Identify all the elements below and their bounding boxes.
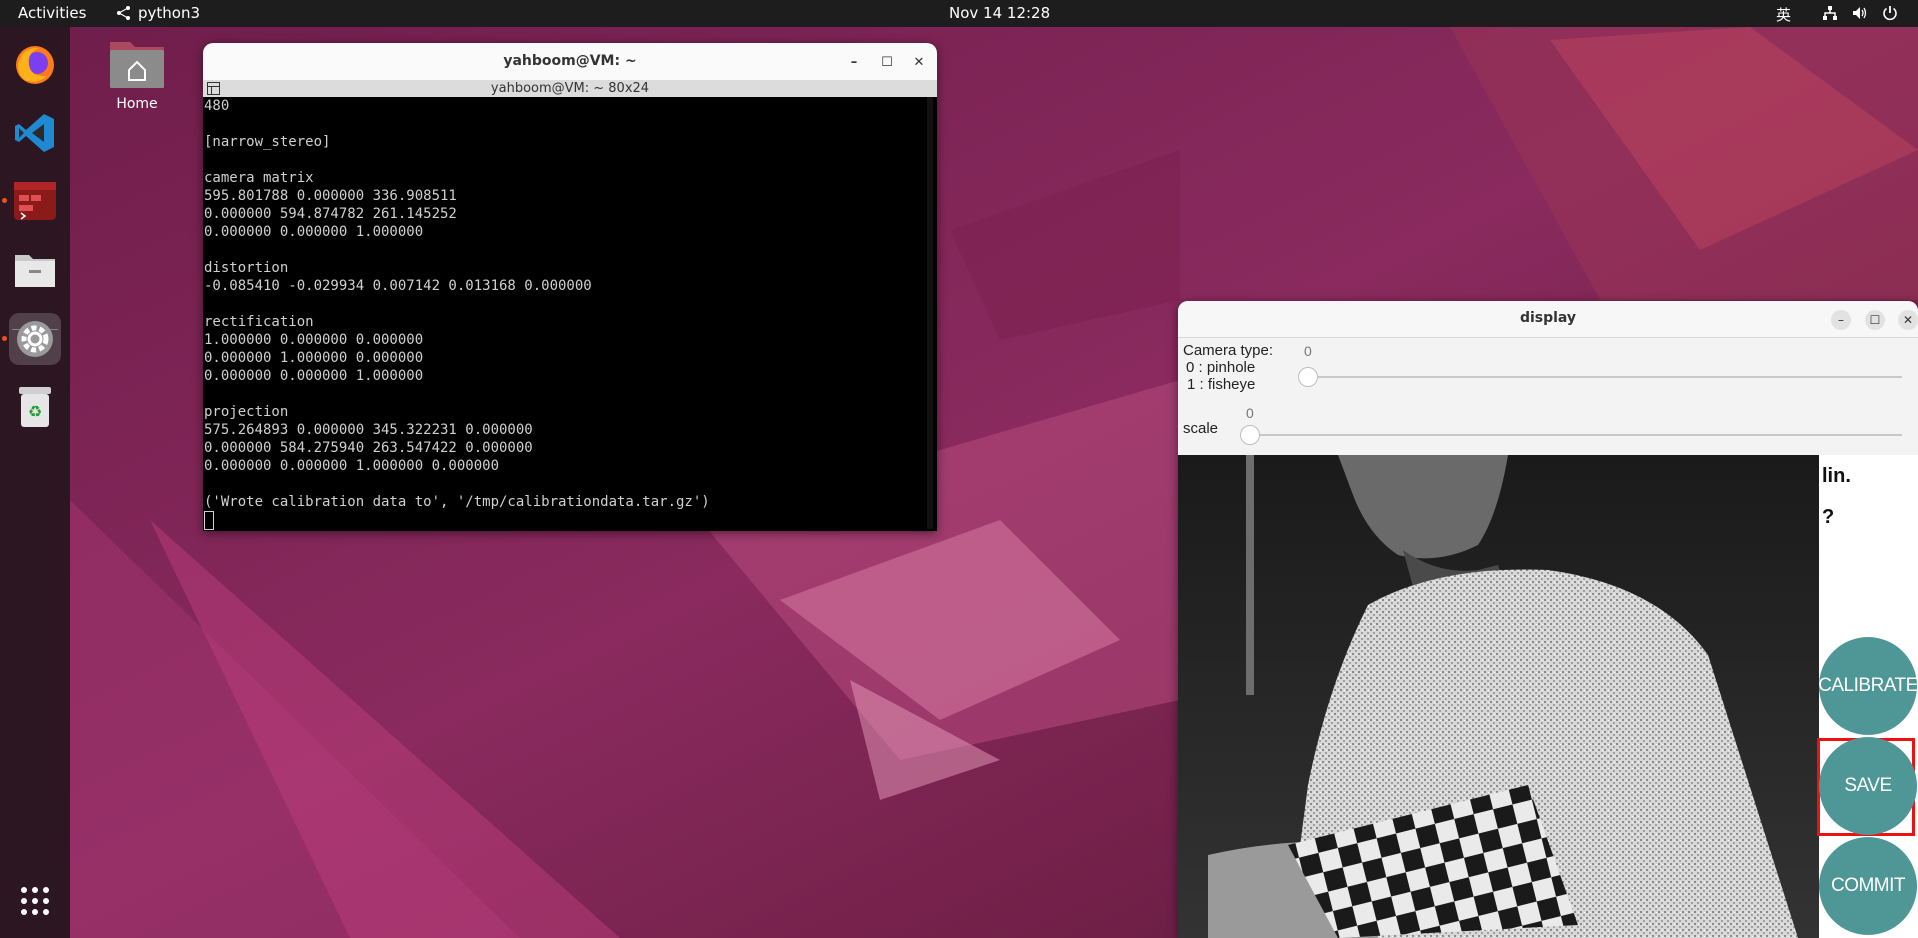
close-icon: ✕ [1902,313,1914,327]
terminal-line: 0.000000 594.874782 261.145252 [204,206,457,222]
terminal-cursor [204,511,214,530]
files-icon[interactable] [9,243,61,295]
python-app-icon [117,6,130,20]
trackbar-panel: Camera type: 0 : pinhole 1 : fisheye 0 0… [1178,338,1918,455]
terminal-line: projection [204,404,289,420]
terminal-line: [narrow_stereo] [204,134,331,150]
terminal-line: rectification [204,314,314,330]
calibrate-button[interactable]: CALIBRATE [1818,637,1918,735]
app-name: python3 [138,4,201,22]
camera-type-value: 0 [1304,343,1312,359]
terminal-icon[interactable] [9,175,61,227]
minimize-icon: – [850,54,858,70]
scale-label: scale [1183,420,1219,437]
volume-icon [1853,7,1867,19]
terminal-title: yahboom@VM: ~ [503,53,637,69]
system-tray[interactable] [1822,5,1898,21]
camera-type-option-pinhole: 0 : pinhole [1186,359,1256,376]
terminal-titlebar[interactable]: yahboom@VM: ~ – ☐ ✕ [203,43,937,80]
terminal-line: 0.000000 0.000000 1.000000 0.000000 [204,458,500,474]
display-window[interactable]: display – ☐ ✕ Camera type: 0 : pinhole 1… [1178,301,1918,938]
terminal-prompt-line [204,511,924,530]
dock: ♻ [0,27,70,938]
scale-value: 0 [1246,405,1254,421]
running-indicator [2,336,7,341]
close-button[interactable]: ✕ [909,52,929,72]
terminal-subtitle-bar: yahboom@VM: ~ 80x24 [203,80,937,97]
overlay-status-line2: ? [1822,506,1835,528]
camera-type-option-fisheye: 1 : fisheye [1187,376,1256,393]
clock[interactable]: Nov 14 12:28 [949,4,1050,22]
vscode-icon[interactable] [9,107,61,159]
home-label: Home [116,96,158,112]
input-method-indicator[interactable]: 英 [1776,4,1791,25]
maximize-icon: ☐ [1869,313,1881,327]
camera-type-label: Camera type: [1183,342,1274,359]
terminal-line: 1.000000 0.000000 0.000000 [204,332,424,348]
terminal-subtitle: yahboom@VM: ~ 80x24 [490,81,650,96]
camera-type-slider-track[interactable] [1306,376,1902,378]
network-icon [1823,6,1837,20]
save-button[interactable]: SAVE [1819,737,1917,835]
overlay-status-line1: lin. [1822,465,1851,487]
show-apps-icon[interactable] [9,875,61,927]
top-bar: Activities python3 Nov 14 12:28 英 [0,0,1918,27]
trash-icon[interactable]: ♻ [9,381,61,433]
power-icon [1883,6,1897,21]
terminal-line: 0.000000 1.000000 0.000000 [204,350,424,366]
minimize-button[interactable]: – [844,52,864,72]
scale-slider-track[interactable] [1248,434,1902,436]
terminal-line: 0.000000 0.000000 1.000000 [204,368,424,384]
desktop-home-folder[interactable]: Home [104,38,170,112]
close-icon: ✕ [913,54,925,70]
terminal-line: -0.085410 -0.029934 0.007142 0.013168 0.… [204,278,592,294]
camera-type-slider-thumb[interactable] [1298,367,1318,387]
home-folder-icon [110,42,164,88]
app-menu[interactable]: python3 [116,4,200,22]
terminal-output[interactable]: 480 [narrow_stereo] camera matrix 595.801… [204,97,924,531]
display-title: display [1519,310,1577,326]
maximize-button[interactable]: ☐ [1865,310,1885,330]
terminal-line: 595.801788 0.000000 336.908511 [204,188,457,204]
settings-icon[interactable] [9,313,61,365]
camera-preview-image [1178,455,1819,938]
terminal-line: 0.000000 584.275940 263.547422 0.000000 [204,440,533,456]
terminal-scrollbar[interactable] [927,97,933,529]
maximize-button[interactable]: ☐ [877,52,897,72]
minimize-icon: – [1838,313,1844,327]
terminal-line: 575.264893 0.000000 345.322231 0.000000 [204,422,533,438]
maximize-icon: ☐ [881,54,893,70]
commit-button[interactable]: COMMIT [1819,837,1917,935]
firefox-icon[interactable] [9,39,61,91]
terminal-line: 480 [204,98,230,114]
running-indicator [2,198,7,203]
scale-slider-thumb[interactable] [1240,425,1260,445]
calibration-canvas[interactable]: lin. ? CALIBRATE SAVE COMMIT [1178,455,1918,938]
terminal-line: distortion [204,260,289,276]
display-titlebar[interactable]: display – ☐ ✕ [1178,301,1918,338]
terminal-window[interactable]: yahboom@VM: ~ – ☐ ✕ yahboom@VM: ~ 80x24 … [203,43,937,531]
terminal-line: 0.000000 0.000000 1.000000 [204,224,424,240]
activities-button[interactable]: Activities [18,4,86,22]
terminal-line: camera matrix [204,170,314,186]
svg-text:♻: ♻ [28,402,42,421]
minimize-button[interactable]: – [1831,310,1851,330]
terminal-line: ('Wrote calibration data to', '/tmp/cali… [204,494,710,510]
close-button[interactable]: ✕ [1898,310,1918,330]
